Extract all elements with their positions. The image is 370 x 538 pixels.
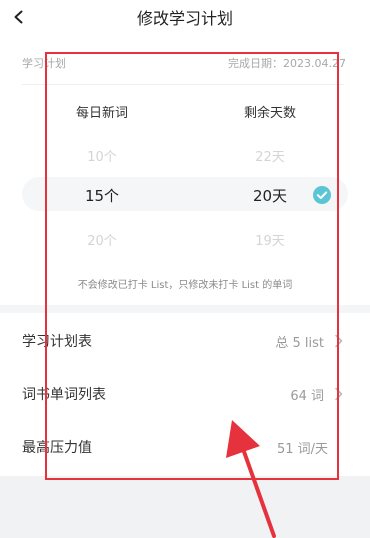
row-value: 总 5 list: [275, 336, 324, 351]
remaining-days-selected[interactable]: 20天: [210, 185, 330, 206]
check-circle-icon[interactable]: [313, 186, 331, 204]
chevron-right-icon: [335, 334, 343, 348]
row-value: 51 词/天: [276, 442, 328, 457]
wordbook-list-row[interactable]: 词书单词列表 64 词: [0, 368, 370, 420]
daily-new-words-header: 每日新词: [75, 106, 128, 121]
plan-label: 学习计划: [22, 57, 66, 70]
remaining-days-header: 剩余天数: [243, 106, 296, 121]
picker-option[interactable]: 19天: [210, 230, 330, 249]
picker-option[interactable]: 10个: [42, 146, 162, 165]
chevron-right-icon: [335, 387, 343, 401]
header: 修改学习计划: [0, 0, 370, 36]
page-title: 修改学习计划: [136, 9, 233, 28]
note-text: 不会修改已打卡 List，只修改未打卡 List 的单词: [77, 280, 293, 291]
bottom-area: [0, 476, 370, 538]
row-label: 词书单词列表: [22, 387, 106, 403]
row-value: 64 词: [290, 389, 324, 404]
row-label: 学习计划表: [22, 334, 92, 350]
section-separator: [0, 305, 370, 313]
divider: [22, 84, 344, 85]
row-label: 最高压力值: [22, 440, 92, 456]
daily-new-words-selected[interactable]: 15个: [42, 185, 162, 206]
picker-option[interactable]: 20个: [42, 230, 162, 249]
study-plan-table-row[interactable]: 学习计划表 总 5 list: [0, 315, 370, 367]
completion-date: 完成日期：2023.04.27: [228, 57, 346, 70]
max-pressure-row: 最高压力值 51 词/天: [0, 421, 370, 473]
picker-option[interactable]: 22天: [210, 146, 330, 165]
